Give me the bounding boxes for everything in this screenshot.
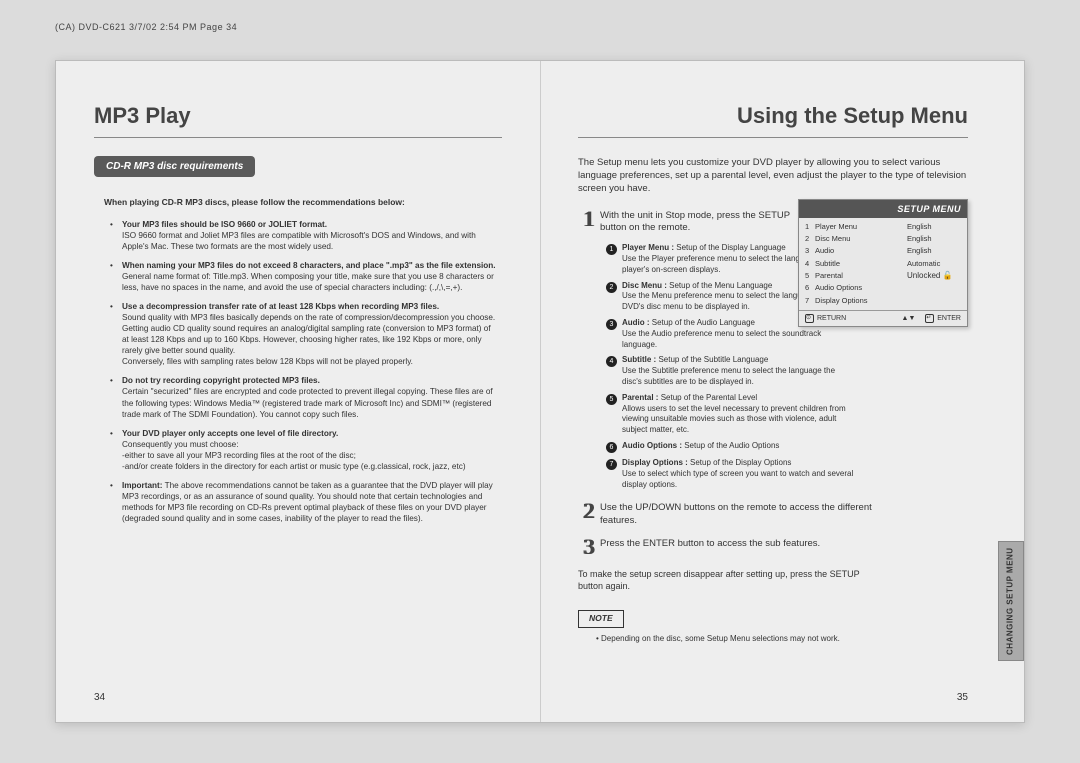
step-text: Press the ENTER button to access the sub… (600, 536, 878, 558)
list-item: Important: The above recommendations can… (114, 480, 496, 524)
sub-item: 5Parental : Setup of the Parental Level … (606, 393, 856, 436)
step-1: 1 With the unit in Stop mode, press the … (578, 208, 816, 236)
closing-text: To make the setup screen disappear after… (578, 568, 878, 592)
list-item: Your MP3 files should be ISO 9660 or JOL… (114, 219, 496, 252)
note-text: Depending on the disc, some Setup Menu s… (596, 634, 878, 645)
sidebar-tab: CHANGING SETUP MENU (998, 541, 1024, 661)
left-page: MP3 Play CD-R MP3 disc requirements When… (56, 61, 540, 722)
intro-text: The Setup menu lets you customize your D… (578, 156, 968, 196)
note-label: NOTE (578, 610, 624, 627)
right-title: Using the Setup Menu (578, 101, 968, 131)
updown-icon: ▲▼ (902, 314, 916, 323)
enter-icon: ↵ (925, 314, 934, 323)
print-header: (CA) DVD-C621 3/7/02 2:54 PM Page 34 (55, 22, 237, 32)
lead-text: When playing CD-R MP3 discs, please foll… (104, 197, 492, 208)
right-page: Using the Setup Menu The Setup menu lets… (540, 61, 1024, 722)
sub-item: 7Display Options : Setup of the Display … (606, 458, 856, 490)
table-row: 6Audio Options (799, 282, 967, 294)
bullet-list: Your MP3 files should be ISO 9660 or JOL… (114, 219, 496, 525)
sub-item: 4Subtitle : Setup of the Subtitle Langua… (606, 355, 856, 387)
table-row: 5ParentalUnlocked 🔓 (799, 270, 967, 283)
section-pill: CD-R MP3 disc requirements (94, 156, 255, 178)
step-3: 3 Press the ENTER button to access the s… (578, 536, 878, 558)
step-number: 1 (578, 208, 600, 236)
page-number-left: 34 (94, 691, 105, 705)
sub-item: 6Audio Options : Setup of the Audio Opti… (606, 441, 856, 453)
list-item: Do not try recording copyright protected… (114, 375, 496, 419)
table-row: 4SubtitleAutomatic (799, 258, 967, 270)
step-number: 3 (578, 536, 600, 558)
page-spread: MP3 Play CD-R MP3 disc requirements When… (55, 60, 1025, 723)
title-rule (578, 137, 968, 138)
setup-menu-footer: ⊙RETURN ▲▼ ↵ENTER (799, 310, 967, 326)
left-title: MP3 Play (94, 101, 502, 131)
list-item: Your DVD player only accepts one level o… (114, 428, 496, 472)
table-row: 1Player MenuEnglish (799, 221, 967, 233)
page-number-right: 35 (957, 691, 968, 705)
step-2: 2 Use the UP/DOWN buttons on the remote … (578, 500, 878, 528)
table-row: 2Disc MenuEnglish (799, 233, 967, 245)
step-text: Use the UP/DOWN buttons on the remote to… (600, 500, 878, 528)
step-text: With the unit in Stop mode, press the SE… (600, 208, 816, 236)
setup-menu-illustration: SETUP MENU 1Player MenuEnglish 2Disc Men… (798, 199, 968, 327)
table-row: 7Display Options (799, 295, 967, 307)
step-number: 2 (578, 500, 600, 528)
setup-menu-header: SETUP MENU (799, 200, 967, 218)
return-icon: ⊙ (805, 314, 814, 323)
list-item: When naming your MP3 files do not exceed… (114, 260, 496, 293)
title-rule (94, 137, 502, 138)
list-item: Use a decompression transfer rate of at … (114, 301, 496, 367)
table-row: 3AudioEnglish (799, 245, 967, 257)
